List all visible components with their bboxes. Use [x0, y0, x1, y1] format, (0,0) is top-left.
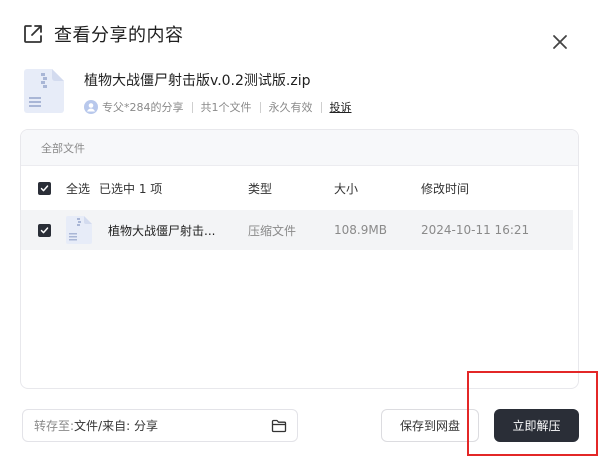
share-content-dialog: 查看分享的内容 植物大战僵尸射击版v.0.2测试版.zip 专父*284的分享 …: [0, 0, 600, 460]
shared-file-name: 植物大战僵尸射击版v.0.2测试版.zip: [84, 73, 311, 89]
column-header-size: 大小: [334, 181, 359, 196]
meta-divider: [320, 101, 322, 113]
list-header: 全选 已选中 1 项 类型 大小 修改时间: [21, 166, 578, 210]
file-size: 108.9MB: [334, 223, 387, 237]
meta-divider: [259, 101, 261, 113]
checkmark-icon: [40, 184, 49, 191]
close-icon[interactable]: [548, 30, 572, 54]
save-location-value: 文件/来自: 分享: [74, 419, 158, 433]
share-meta-row: 专父*284的分享 共1个文件 永久有效 投诉: [84, 99, 352, 115]
report-link[interactable]: 投诉: [330, 99, 352, 115]
select-all-checkbox[interactable]: [38, 181, 51, 195]
dialog-title: 查看分享的内容: [54, 25, 184, 46]
dialog-header: 查看分享的内容: [22, 20, 184, 48]
file-count: 共1个文件: [200, 101, 252, 114]
file-row[interactable]: 植物大战僵尸射击... 压缩文件 108.9MB 2024-10-11 16:2…: [21, 210, 573, 250]
file-type: 压缩文件: [248, 223, 297, 238]
file-modified-time: 2024-10-11 16:21: [421, 223, 530, 237]
selected-count: 已选中 1 项: [99, 181, 163, 196]
file-name[interactable]: 植物大战僵尸射击...: [108, 222, 215, 239]
column-header-type: 类型: [248, 181, 273, 196]
share-validity: 永久有效: [268, 101, 313, 114]
file-row-checkbox[interactable]: [38, 223, 51, 237]
summary-text: 植物大战僵尸射击版v.0.2测试版.zip 专父*284的分享 共1个文件 永久…: [84, 68, 352, 118]
save-location-picker[interactable]: 转存至: 文件/来自: 分享: [22, 409, 298, 442]
select-all-label[interactable]: 全选: [66, 180, 90, 197]
extract-now-button[interactable]: 立即解压: [494, 409, 579, 442]
breadcrumb: 全部文件: [21, 130, 578, 166]
breadcrumb-root[interactable]: 全部文件: [41, 140, 85, 156]
file-list-panel: 全部文件 全选 已选中 1 项 类型 大小 修改时间 植物大战僵尸射击... 压…: [20, 129, 579, 389]
sharer-name: 专父*284的分享: [102, 101, 184, 114]
save-to-drive-button[interactable]: 保存到网盘: [381, 409, 479, 442]
meta-divider: [191, 101, 193, 113]
shared-file-summary: 植物大战僵尸射击版v.0.2测试版.zip 专父*284的分享 共1个文件 永久…: [22, 68, 352, 118]
save-location-prefix: 转存至:: [34, 419, 75, 433]
column-header-modified: 修改时间: [421, 181, 470, 196]
user-avatar-icon: [84, 100, 98, 114]
folder-icon[interactable]: [271, 418, 287, 434]
checkmark-icon: [40, 226, 49, 233]
external-share-icon: [24, 25, 42, 43]
zip-file-icon: [66, 216, 92, 244]
zip-file-icon: [24, 69, 64, 113]
